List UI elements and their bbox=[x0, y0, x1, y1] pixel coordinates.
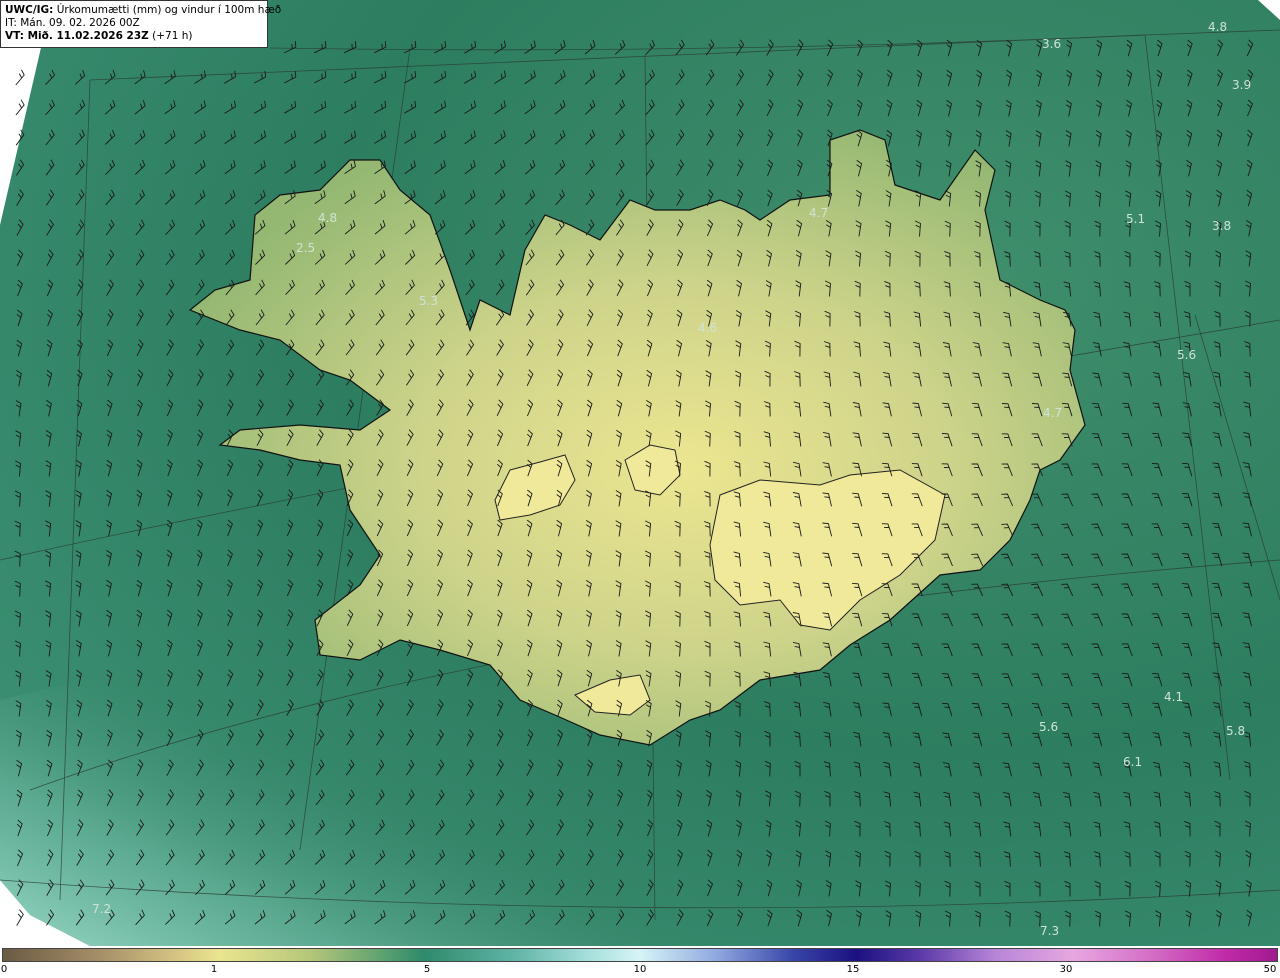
map-value-label: 4.7 bbox=[809, 206, 828, 220]
map-value-label: 7.2 bbox=[92, 902, 111, 916]
map-value-label: 5.3 bbox=[419, 294, 438, 308]
map-value-label: 4.7 bbox=[1043, 406, 1062, 420]
map-value-label: 7.3 bbox=[1040, 924, 1059, 938]
map-value-label: 4.1 bbox=[1164, 690, 1183, 704]
map-value-label: 4.8 bbox=[318, 211, 337, 225]
wind-barb bbox=[15, 99, 25, 116]
map-value-label: 5.8 bbox=[1226, 724, 1245, 738]
colorbar-tick-label: 5 bbox=[423, 964, 431, 975]
map-value-label: 3.8 bbox=[1212, 219, 1231, 233]
map-value-label: 3.6 bbox=[1042, 37, 1061, 51]
wind-barb bbox=[16, 909, 24, 926]
valid-time: VT: Mið. 11.02.2026 23Z bbox=[5, 30, 149, 42]
wind-barb bbox=[15, 69, 25, 86]
colorbar-tick-label: 0 bbox=[0, 964, 8, 975]
map-title: Úrkomumætti (mm) og vindur í 100m hæð bbox=[56, 4, 282, 16]
map-value-label: 4.6 bbox=[698, 321, 717, 335]
map-value-label: 5.1 bbox=[1126, 212, 1145, 226]
precipitation-colorbar: 0 1 5 10 15 30 50 bbox=[0, 946, 1280, 978]
colorbar-tick-label: 50 bbox=[1263, 964, 1277, 975]
map-value-label: 6.1 bbox=[1123, 755, 1142, 769]
map-value-label: 5.6 bbox=[1039, 720, 1058, 734]
map-value-label: 2.5 bbox=[296, 241, 315, 255]
colorbar-tick-label: 1 bbox=[210, 964, 218, 975]
colorbar-tick-label: 10 bbox=[633, 964, 647, 975]
title-line: UWC/IG: Úrkomumætti (mm) og vindur í 100… bbox=[5, 4, 281, 17]
forecast-map: 3.6 4.8 3.9 4.7 4.8 2.5 5.3 5.1 3.8 4.6 … bbox=[0, 0, 1280, 946]
init-time: IT: Mán. 09. 02. 2026 00Z bbox=[5, 17, 140, 29]
colorbar-tick-label: 15 bbox=[846, 964, 860, 975]
map-value-label: 3.9 bbox=[1232, 78, 1251, 92]
map-value-label: 4.8 bbox=[1208, 20, 1227, 34]
colorbar-strip bbox=[2, 948, 1278, 962]
map-info-box: UWC/IG: Úrkomumætti (mm) og vindur í 100… bbox=[0, 0, 281, 48]
valid-time-line: VT: Mið. 11.02.2026 23Z (+71 h) bbox=[5, 30, 263, 43]
model-label: UWC/IG: bbox=[5, 4, 54, 16]
map-value-label: 5.6 bbox=[1177, 348, 1196, 362]
forecast-offset: (+71 h) bbox=[152, 30, 193, 42]
colorbar-tick-label: 30 bbox=[1059, 964, 1073, 975]
